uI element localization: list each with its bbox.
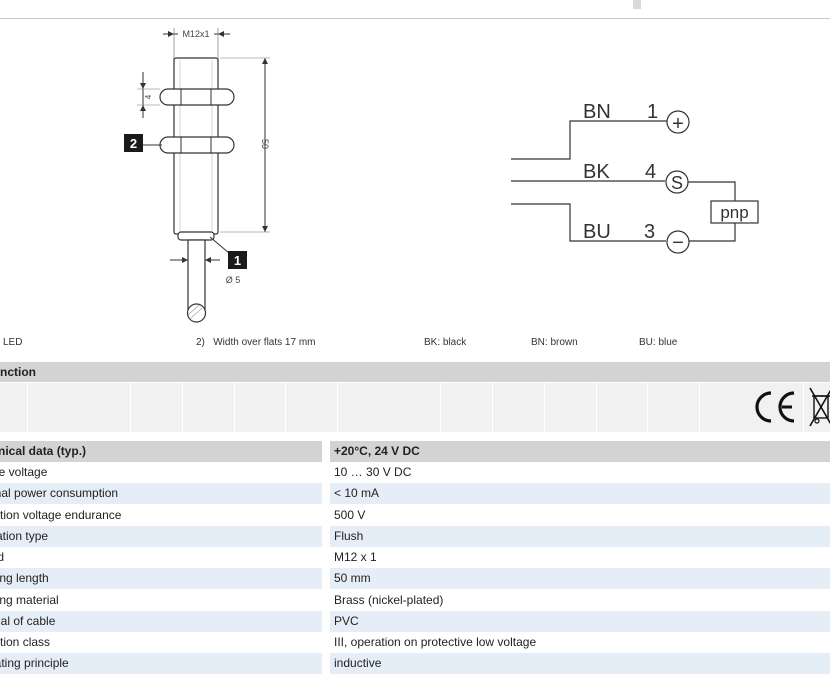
page-edge-mark — [633, 0, 641, 9]
table-row: using material Brass (nickel-plated) — [0, 590, 830, 611]
switch-symbol: S — [671, 173, 683, 193]
cable-diameter: Ø 5 — [226, 275, 241, 285]
function-section-header: nction — [0, 362, 830, 382]
legend-bk: BK: black — [424, 337, 467, 348]
legend-bu: BU: blue — [639, 337, 678, 348]
thread-label: M12x1 — [182, 29, 209, 39]
row-value: 10 … 30 V DC — [334, 465, 412, 479]
function-cell — [440, 383, 441, 432]
table-header-row: chnical data (typ.) +20°C, 24 V DC — [0, 441, 830, 462]
pnp-label: pnp — [720, 203, 748, 222]
function-cell — [803, 383, 804, 432]
dimensional-drawing: M12x1 4 50 Ø 5 2 1 — [124, 28, 270, 323]
table-row: using length 50 mm — [0, 568, 830, 589]
row-value: < 10 mA — [334, 486, 380, 500]
row-value: Brass (nickel-plated) — [334, 593, 444, 607]
function-cell — [285, 383, 286, 432]
table-row: vice voltage 10 … 30 V DC — [0, 462, 830, 483]
row-key: using material — [0, 593, 59, 607]
function-cell — [699, 383, 700, 432]
wire-bk-pin: 4 — [645, 161, 656, 183]
function-section-title: nction — [0, 365, 36, 379]
row-value: M12 x 1 — [334, 550, 377, 564]
wire-bu-label: BU — [583, 221, 611, 243]
row-key: ernal power consumption — [0, 486, 119, 500]
length-dimension: 50 — [260, 139, 270, 149]
row-key: ulation voltage endurance — [0, 508, 122, 522]
row-value: 50 mm — [334, 571, 371, 585]
table-header-key: chnical data (typ.) — [0, 444, 87, 458]
table-row: erating principle inductive — [0, 653, 830, 674]
legend-note-1: LED — [3, 337, 23, 348]
plus-symbol: + — [672, 113, 684, 135]
wiring-diagram: BN 1 + BK 4 S pnp BU 3 − — [511, 101, 759, 254]
row-key: tection class — [0, 635, 51, 649]
legend-bn: BN: brown — [531, 337, 578, 348]
function-grid — [0, 383, 830, 432]
row-value: PVC — [334, 614, 359, 628]
callout-2: 2 — [130, 136, 137, 151]
function-cell — [647, 383, 648, 432]
row-key: ead — [0, 550, 5, 564]
wire-bn-pin: 1 — [647, 101, 658, 123]
row-key: terial of cable — [0, 614, 56, 628]
row-value: III, operation on protective low voltage — [334, 635, 537, 649]
row-value: Flush — [334, 529, 364, 543]
wire-bk-label: BK — [583, 161, 610, 183]
wire-bn-label: BN — [583, 101, 611, 123]
table-row: ulation voltage endurance 500 V — [0, 505, 830, 526]
table-header-value: +20°C, 24 V DC — [334, 444, 420, 458]
row-key: using length — [0, 571, 49, 585]
table-row: ead M12 x 1 — [0, 547, 830, 568]
row-key: vice voltage — [0, 465, 48, 479]
table-row: ernal power consumption < 10 mA — [0, 483, 830, 504]
function-cell — [234, 383, 235, 432]
row-key: allation type — [0, 529, 49, 543]
minus-symbol: − — [672, 232, 684, 254]
function-cell — [596, 383, 597, 432]
table-row: tection class III, operation on protecti… — [0, 632, 830, 653]
legend-note-2: 2) Width over flats 17 mm — [196, 337, 316, 348]
callout-1: 1 — [234, 253, 241, 268]
function-cell — [337, 383, 338, 432]
wire-bu-pin: 3 — [644, 221, 655, 243]
row-value: 500 V — [334, 508, 366, 522]
function-cell — [544, 383, 545, 432]
function-cell — [27, 383, 28, 432]
weee-bin-icon — [809, 387, 830, 427]
function-cell — [492, 383, 493, 432]
table-row: terial of cable PVC — [0, 611, 830, 632]
function-cell — [182, 383, 183, 432]
ce-mark-icon — [755, 391, 795, 423]
table-row: allation type Flush — [0, 526, 830, 547]
row-key: erating principle — [0, 656, 69, 670]
row-value: inductive — [334, 656, 382, 670]
nut-height-dimension: 4 — [144, 94, 153, 99]
function-cell — [130, 383, 131, 432]
